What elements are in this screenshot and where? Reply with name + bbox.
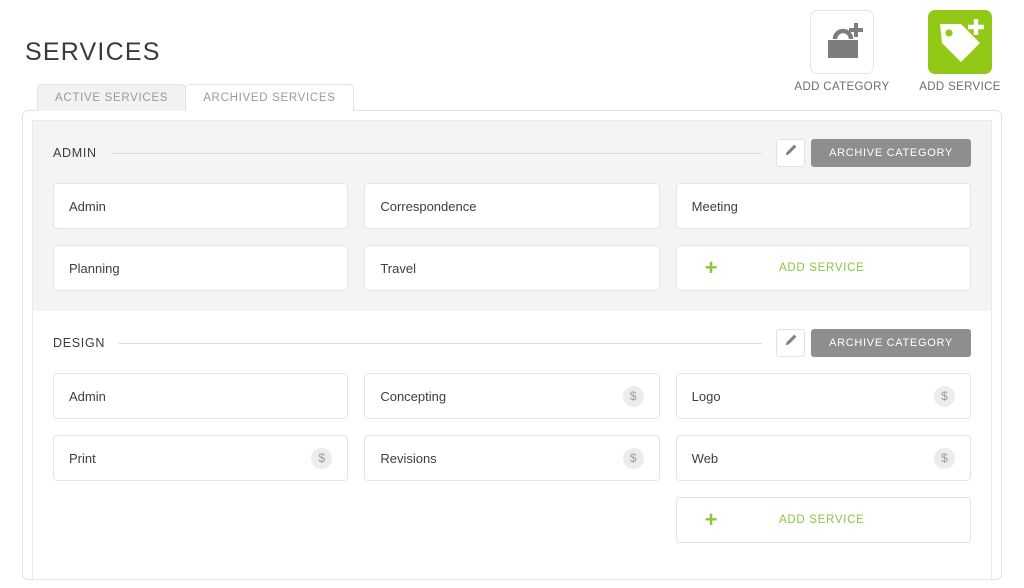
service-card[interactable]: Logo $	[675, 373, 971, 419]
service-name: Logo	[691, 388, 721, 404]
service-grid: Admin Concepting $ Logo $ Print $ Revisi…	[53, 373, 971, 543]
service-grid: Admin Correspondence Meeting Planning Tr…	[53, 183, 971, 291]
service-card[interactable]: Admin	[53, 183, 349, 229]
tab-bar: ACTIVE SERVICES ARCHIVED SERVICES	[37, 84, 354, 111]
tag-plus-icon	[928, 10, 992, 74]
billable-badge: $	[622, 385, 644, 407]
category-section: DESIGN ARCHIVE CATEGORY Admin Concepting…	[33, 311, 991, 563]
add-service-card-label: ADD SERVICE	[779, 262, 865, 274]
plus-icon: +	[704, 255, 718, 280]
category-section: ADMIN ARCHIVE CATEGORY Admin Corresponde…	[33, 121, 991, 311]
service-card[interactable]: Concepting $	[364, 373, 660, 419]
add-category-button[interactable]: ADD CATEGORY	[794, 10, 890, 93]
services-panel: ACTIVE SERVICES ARCHIVED SERVICES ADMIN	[22, 84, 1002, 580]
service-card[interactable]: Meeting	[675, 183, 971, 229]
service-name: Correspondence	[380, 198, 477, 214]
grid-spacer	[53, 497, 348, 543]
pencil-icon	[783, 333, 798, 353]
tab-archived-services[interactable]: ARCHIVED SERVICES	[185, 84, 354, 111]
add-service-card-label: ADD SERVICE	[779, 514, 865, 526]
category-name: ADMIN	[53, 146, 97, 160]
service-card[interactable]: Correspondence	[364, 183, 660, 229]
service-card[interactable]: Admin	[53, 373, 349, 419]
billable-badge: $	[622, 447, 644, 469]
service-card[interactable]: Revisions $	[364, 435, 660, 481]
plus-icon: +	[704, 507, 718, 532]
service-name: Print	[69, 450, 96, 466]
category-divider	[119, 342, 762, 344]
service-name: Meeting	[691, 198, 738, 214]
service-card[interactable]: Web $	[675, 435, 971, 481]
add-service-button[interactable]: ADD SERVICE	[914, 10, 1006, 93]
billable-badge: $	[934, 385, 955, 407]
add-service-label: ADD SERVICE	[919, 81, 1001, 93]
service-card[interactable]: Planning	[53, 245, 349, 291]
category-header: DESIGN ARCHIVE CATEGORY	[53, 329, 971, 357]
service-card[interactable]: Print $	[53, 435, 349, 481]
category-divider	[110, 152, 762, 154]
service-card[interactable]: Travel	[364, 245, 660, 291]
service-name: Admin	[69, 198, 106, 214]
category-name: DESIGN	[53, 336, 106, 350]
service-name: Planning	[69, 260, 120, 276]
archive-category-button[interactable]: ARCHIVE CATEGORY	[811, 329, 971, 357]
add-service-card[interactable]: + ADD SERVICE	[675, 497, 971, 543]
service-name: Admin	[69, 388, 106, 404]
billable-badge: $	[934, 447, 955, 469]
grid-spacer	[364, 497, 659, 543]
service-name: Web	[691, 450, 719, 466]
header-actions: ADD CATEGORY ADD SERVICE	[794, 10, 1006, 93]
add-service-card[interactable]: + ADD SERVICE	[675, 245, 971, 291]
add-category-label: ADD CATEGORY	[794, 81, 890, 93]
panel-content: ADMIN ARCHIVE CATEGORY Admin Corresponde…	[32, 120, 992, 579]
services-page: SERVICES ADD CATEGORY ADD SERVICE ACTIVE…	[0, 0, 1024, 588]
service-name: Revisions	[380, 450, 437, 466]
edit-category-button[interactable]	[776, 329, 805, 357]
service-name: Concepting	[380, 388, 447, 404]
tab-active-services[interactable]: ACTIVE SERVICES	[37, 84, 187, 111]
tab-archived-services-label: ARCHIVED SERVICES	[203, 92, 336, 104]
service-name: Travel	[380, 260, 416, 276]
briefcase-plus-icon	[810, 10, 874, 74]
page-title: SERVICES	[25, 38, 161, 66]
archive-category-button[interactable]: ARCHIVE CATEGORY	[811, 139, 971, 167]
edit-category-button[interactable]	[776, 139, 805, 167]
category-header: ADMIN ARCHIVE CATEGORY	[53, 139, 971, 167]
tab-active-services-label: ACTIVE SERVICES	[55, 92, 169, 104]
pencil-icon	[783, 143, 798, 163]
billable-badge: $	[311, 447, 333, 469]
